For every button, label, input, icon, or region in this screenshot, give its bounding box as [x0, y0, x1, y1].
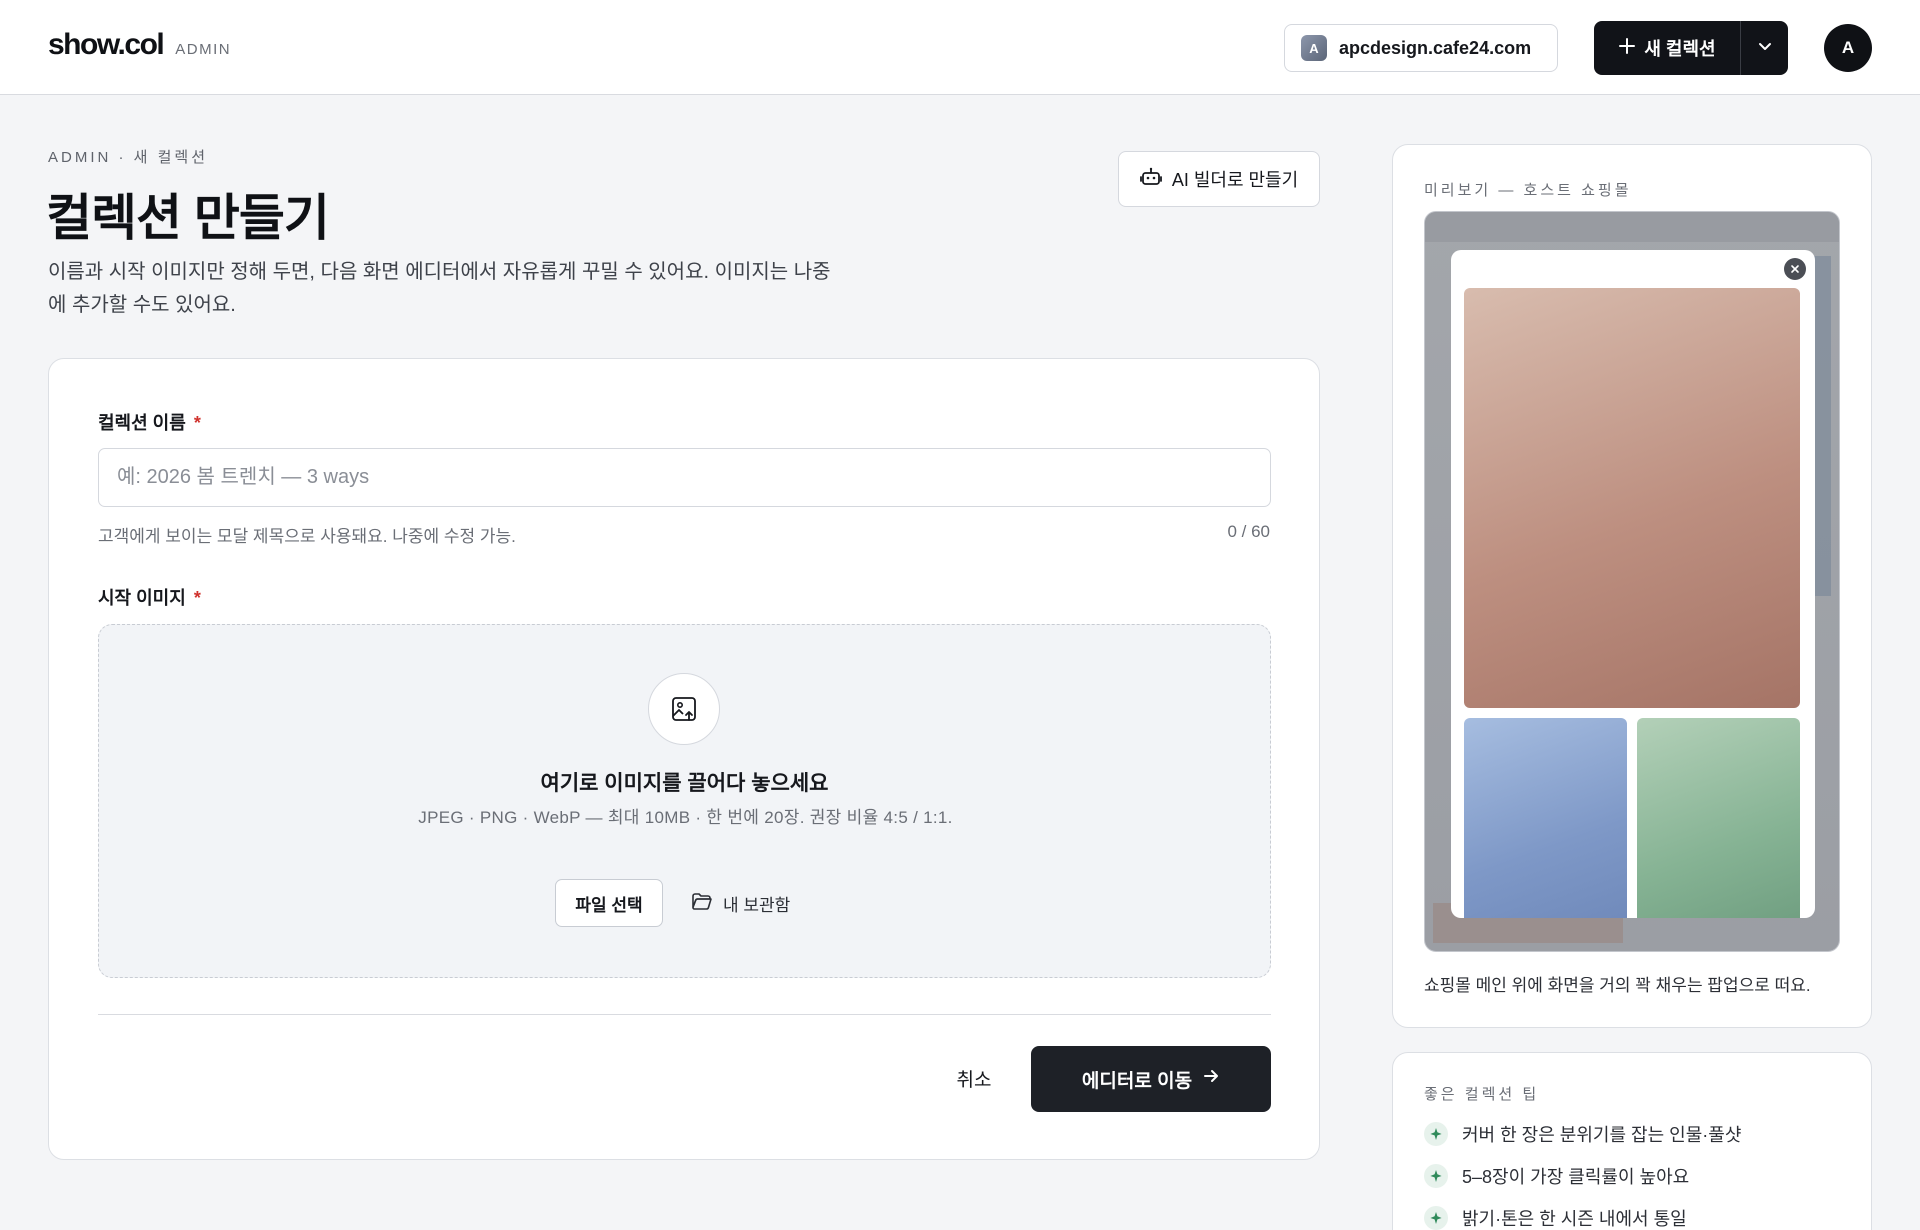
shop-avatar: A — [1301, 35, 1327, 61]
folder-icon — [691, 891, 713, 916]
popup-modal-preview — [1451, 250, 1815, 918]
sparkle-icon — [1424, 1206, 1448, 1230]
my-library-button[interactable]: 내 보관함 — [691, 879, 790, 927]
tip-text: 밝기·톤은 한 시즌 내에서 통일 — [1462, 1209, 1687, 1229]
arrow-right-icon — [1202, 1067, 1220, 1091]
page-description: 이름과 시작 이미지만 정해 두면, 다음 화면 에디터에서 자유롭게 꾸밀 수… — [48, 261, 831, 316]
breadcrumb: ADMIN · 새 컬렉션 — [48, 149, 209, 166]
tip-item: 밝기·톤은 한 시즌 내에서 통일 — [1424, 1205, 1687, 1230]
sparkle-icon — [1424, 1164, 1448, 1188]
page-title: 컬렉션 만들기 — [46, 190, 330, 246]
host-shop-topbar — [1425, 212, 1839, 242]
new-collection-label: 새 컬렉션 — [1644, 39, 1716, 59]
shop-domain-selector[interactable]: A apcdesign.cafe24.com — [1284, 24, 1558, 72]
chevron-down-icon — [1757, 38, 1773, 59]
cover-image-placeholder — [1464, 288, 1800, 708]
dropzone-title: 여기로 이미지를 끌어다 놓으세요 — [540, 772, 829, 795]
top-header: show.col ADMIN A apcdesign.cafe24.com 새 … — [0, 0, 1920, 95]
collection-name-label: 컬렉션 이름 * — [98, 409, 201, 435]
cancel-button[interactable]: 취소 — [929, 1046, 1019, 1110]
new-collection-button-group: 새 컬렉션 — [1594, 21, 1788, 75]
sparkle-icon — [1424, 1122, 1448, 1146]
start-image-label: 시작 이미지 * — [98, 584, 201, 610]
logo-text: show.col — [48, 28, 165, 61]
logo[interactable]: show.col ADMIN — [48, 28, 231, 62]
ai-builder-label: AI 빌더로 만들기 — [1171, 170, 1299, 190]
new-collection-dropdown-button[interactable] — [1741, 21, 1788, 75]
tips-label: 좋은 컬렉션 팁 — [1424, 1086, 1540, 1103]
collection-name-input[interactable] — [98, 448, 1271, 507]
robot-icon — [1139, 166, 1162, 193]
my-library-label: 내 보관함 — [723, 895, 791, 915]
preview-caption: 쇼핑몰 메인 위에 화면을 거의 꽉 채우는 팝업으로 떠요. — [1424, 976, 1811, 995]
tip-text: 5–8장이 가장 클릭률이 높아요 — [1462, 1167, 1690, 1187]
form-divider — [98, 1014, 1271, 1015]
plus-icon — [1618, 37, 1636, 60]
dropzone-subtitle: JPEG · PNG · WebP — 최대 10MB · 한 번에 20장. … — [418, 808, 953, 827]
go-to-editor-button[interactable]: 에디터로 이동 — [1031, 1046, 1271, 1112]
tip-item: 커버 한 장은 분위기를 잡는 인물·풀샷 — [1424, 1121, 1741, 1147]
tip-text: 커버 한 장은 분위기를 잡는 인물·풀샷 — [1462, 1125, 1742, 1145]
shop-domain-label: apcdesign.cafe24.com — [1339, 37, 1532, 58]
collection-name-label-text: 컬렉션 이름 — [98, 413, 186, 433]
create-collection-form: 컬렉션 이름 * 고객에게 보이는 모달 제목으로 사용돼요. 나중에 수정 가능… — [48, 358, 1320, 1160]
host-shop-preview — [1424, 211, 1840, 952]
tips-panel: 좋은 컬렉션 팁 커버 한 장은 분위기를 잡는 인물·풀샷 5–8장이 가장 … — [1392, 1052, 1872, 1230]
preview-label: 미리보기 — 호스트 쇼핑몰 — [1424, 182, 1632, 199]
admin-badge: ADMIN — [175, 41, 232, 58]
go-to-editor-label: 에디터로 이동 — [1081, 1070, 1193, 1092]
close-icon — [1784, 258, 1806, 280]
image-placeholder — [1637, 718, 1800, 918]
image-dropzone[interactable]: 여기로 이미지를 끌어다 놓으세요 JPEG · PNG · WebP — 최대… — [98, 624, 1271, 978]
host-shop-backdrop — [1813, 256, 1831, 596]
user-avatar[interactable]: A — [1824, 24, 1872, 72]
tip-item: 5–8장이 가장 클릭률이 높아요 — [1424, 1163, 1689, 1189]
ai-builder-button[interactable]: AI 빌더로 만들기 — [1118, 151, 1320, 207]
image-upload-icon — [648, 673, 720, 745]
character-counter: 0 / 60 — [1227, 522, 1270, 541]
image-placeholder — [1464, 718, 1627, 918]
required-mark: * — [193, 588, 201, 608]
new-collection-button[interactable]: 새 컬렉션 — [1594, 21, 1741, 75]
preview-panel: 미리보기 — 호스트 쇼핑몰 쇼핑몰 메인 위에 화면을 거의 꽉 채우는 팝업… — [1392, 144, 1872, 1028]
collection-name-hint: 고객에게 보이는 모달 제목으로 사용돼요. 나중에 수정 가능. — [98, 527, 516, 546]
start-image-label-text: 시작 이미지 — [98, 588, 186, 608]
select-file-button[interactable]: 파일 선택 — [555, 879, 663, 927]
required-mark: * — [193, 413, 201, 433]
